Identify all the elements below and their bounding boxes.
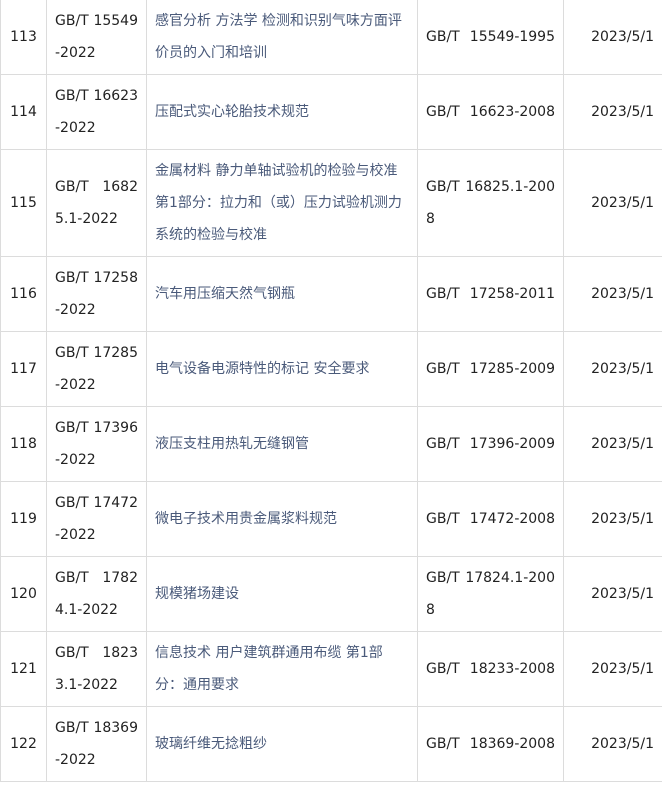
replaced-standard: GB/T 18233-2008	[417, 631, 564, 707]
standard-code: GB/T 17472-2022	[46, 481, 147, 557]
table-row: 114 GB/T 16623-2022 压配式实心轮胎技术规范 GB/T 166…	[0, 74, 662, 150]
standard-title: 信息技术 用户建筑群通用布缆 第1部分：通用要求	[146, 631, 418, 707]
standard-code: GB/T 15549-2022	[46, 0, 147, 75]
row-number: 114	[0, 74, 47, 150]
replaced-standard: GB/T 17258-2011	[417, 256, 564, 332]
replaced-standard: GB/T 18369-2008	[417, 706, 564, 782]
effective-date: 2023/5/1	[563, 631, 662, 707]
table-row: 119 GB/T 17472-2022 微电子技术用贵金属浆料规范 GB/T 1…	[0, 481, 662, 557]
standard-title: 汽车用压缩天然气钢瓶	[146, 256, 418, 332]
standard-title: 金属材料 静力单轴试验机的检验与校准 第1部分：拉力和（或）压力试验机测力系统的…	[146, 149, 418, 257]
standard-title: 液压支柱用热轧无缝钢管	[146, 406, 418, 482]
row-number: 121	[0, 631, 47, 707]
effective-date: 2023/5/1	[563, 74, 662, 150]
row-number: 122	[0, 706, 47, 782]
standard-code: GB/T 16825.1-2022	[46, 149, 147, 257]
replaced-standard: GB/T 16623-2008	[417, 74, 564, 150]
table-row: 115 GB/T 16825.1-2022 金属材料 静力单轴试验机的检验与校准…	[0, 149, 662, 257]
replaced-standard: GB/T 17824.1-2008	[417, 556, 564, 632]
replaced-standard: GB/T 16825.1-2008	[417, 149, 564, 257]
standard-title: 微电子技术用贵金属浆料规范	[146, 481, 418, 557]
standard-title: 压配式实心轮胎技术规范	[146, 74, 418, 150]
row-number: 113	[0, 0, 47, 75]
standard-code: GB/T 17258-2022	[46, 256, 147, 332]
standard-code: GB/T 17396-2022	[46, 406, 147, 482]
effective-date: 2023/5/1	[563, 331, 662, 407]
effective-date: 2023/5/1	[563, 256, 662, 332]
standard-code: GB/T 18369-2022	[46, 706, 147, 782]
standard-code: GB/T 17824.1-2022	[46, 556, 147, 632]
standard-title: 玻璃纤维无捻粗纱	[146, 706, 418, 782]
table-row: 118 GB/T 17396-2022 液压支柱用热轧无缝钢管 GB/T 173…	[0, 406, 662, 482]
standard-code: GB/T 18233.1-2022	[46, 631, 147, 707]
table-row: 117 GB/T 17285-2022 电气设备电源特性的标记 安全要求 GB/…	[0, 331, 662, 407]
effective-date: 2023/5/1	[563, 149, 662, 257]
replaced-standard: GB/T 17396-2009	[417, 406, 564, 482]
table-row: 122 GB/T 18369-2022 玻璃纤维无捻粗纱 GB/T 18369-…	[0, 706, 662, 782]
replaced-standard: GB/T 15549-1995	[417, 0, 564, 75]
table-row: 120 GB/T 17824.1-2022 规模猪场建设 GB/T 17824.…	[0, 556, 662, 632]
replaced-standard: GB/T 17285-2009	[417, 331, 564, 407]
effective-date: 2023/5/1	[563, 0, 662, 75]
effective-date: 2023/5/1	[563, 706, 662, 782]
standard-code: GB/T 17285-2022	[46, 331, 147, 407]
table-row: 113 GB/T 15549-2022 感官分析 方法学 检测和识别气味方面评价…	[0, 0, 662, 75]
standard-title: 电气设备电源特性的标记 安全要求	[146, 331, 418, 407]
standard-code: GB/T 16623-2022	[46, 74, 147, 150]
standards-table: 113 GB/T 15549-2022 感官分析 方法学 检测和识别气味方面评价…	[0, 0, 662, 782]
replaced-standard: GB/T 17472-2008	[417, 481, 564, 557]
effective-date: 2023/5/1	[563, 556, 662, 632]
row-number: 115	[0, 149, 47, 257]
standard-title: 规模猪场建设	[146, 556, 418, 632]
table-row: 116 GB/T 17258-2022 汽车用压缩天然气钢瓶 GB/T 1725…	[0, 256, 662, 332]
table-row: 121 GB/T 18233.1-2022 信息技术 用户建筑群通用布缆 第1部…	[0, 631, 662, 707]
effective-date: 2023/5/1	[563, 406, 662, 482]
row-number: 119	[0, 481, 47, 557]
standard-title: 感官分析 方法学 检测和识别气味方面评价员的入门和培训	[146, 0, 418, 75]
row-number: 116	[0, 256, 47, 332]
effective-date: 2023/5/1	[563, 481, 662, 557]
row-number: 120	[0, 556, 47, 632]
row-number: 117	[0, 331, 47, 407]
row-number: 118	[0, 406, 47, 482]
